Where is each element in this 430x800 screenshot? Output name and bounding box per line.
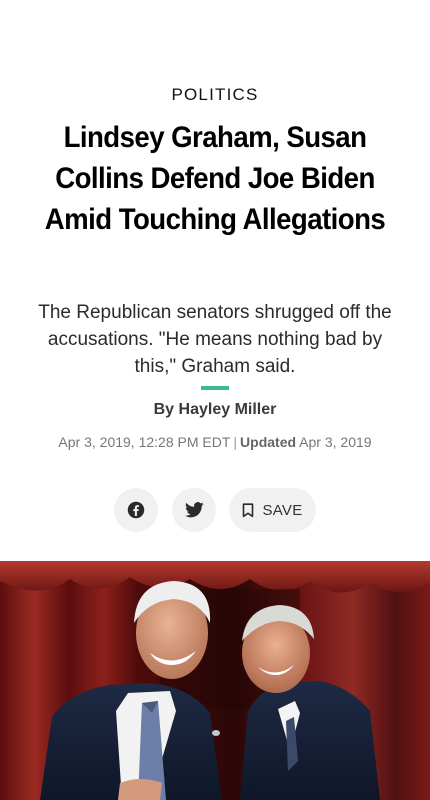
timestamp-separator: | [233, 434, 238, 450]
updated-label: Updated [240, 434, 297, 450]
bookmark-icon [243, 502, 254, 517]
twitter-icon [184, 502, 204, 518]
article-subhead: The Republican senators shrugged off the… [38, 302, 392, 377]
share-bar: SAVE [0, 488, 430, 532]
article-photo [0, 561, 430, 800]
article-header: POLITICS Lindsey Graham, Susan Collins D… [0, 0, 430, 560]
timestamp-line: Apr 3, 2019, 12:28 PM EDT | Updated Apr 3,… [0, 434, 430, 450]
save-button[interactable]: SAVE [229, 488, 316, 532]
photo-illustration [0, 561, 430, 800]
updated-date: Apr 3, 2019 [299, 434, 372, 450]
facebook-share-button[interactable] [114, 488, 158, 532]
twitter-share-button[interactable] [172, 488, 216, 532]
facebook-icon [127, 501, 145, 519]
section-label[interactable]: POLITICS [0, 85, 430, 105]
accent-divider [201, 386, 229, 390]
author-byline[interactable]: By Hayley Miller [0, 401, 430, 419]
article-headline: Lindsey Graham, Susan Collins Defend Joe… [44, 121, 386, 236]
published-time: Apr 3, 2019, 12:28 PM EDT [58, 434, 231, 450]
save-label: SAVE [262, 501, 303, 519]
